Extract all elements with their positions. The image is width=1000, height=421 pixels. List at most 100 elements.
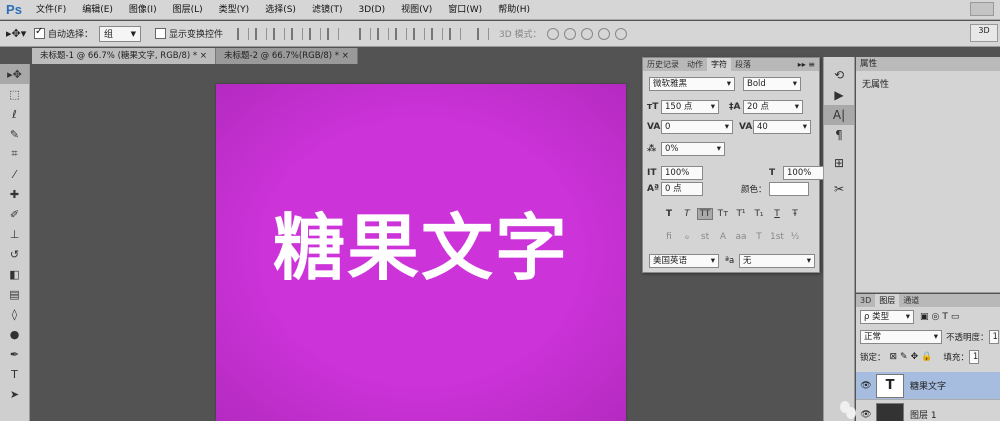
menu-filter[interactable]: 滤镜(T) [304,0,351,20]
distribute-hcenter-icon[interactable] [431,27,444,40]
tab-document-2[interactable]: 未标题-2 @ 66.7%(RGB/8) * × [216,48,358,64]
distribute-top-icon[interactable] [359,27,372,40]
pen-tool-icon[interactable]: ✒ [0,344,29,364]
layer-filter-icons[interactable]: ▣◎T▭ [920,312,962,322]
vertical-scale-field[interactable]: 100% [661,166,703,180]
tool-presets-icon[interactable]: ✂ [824,179,854,199]
move-tool-icon[interactable]: ▸✥▾ [6,27,34,40]
eye-icon[interactable]: 👁 [856,381,876,391]
distribute-bottom-icon[interactable] [395,27,408,40]
tab-actions[interactable]: 动作 [683,58,707,71]
actions-panel-icon[interactable]: ▶ [824,85,854,105]
anti-alias-select[interactable]: 无 ▾ [739,254,815,268]
font-style-select[interactable]: Bold ▾ [743,77,801,91]
history-brush-icon[interactable]: ↺ [0,244,29,264]
menu-help[interactable]: 帮助(H) [490,0,538,20]
align-top-icon[interactable] [237,27,250,40]
alt-ligatures-button[interactable]: ℴ [679,232,695,242]
window-minimize-button[interactable] [970,2,994,16]
rotate-3d-icon[interactable] [546,27,559,40]
eraser-tool-icon[interactable]: ◧ [0,264,29,284]
horizontal-scale-field[interactable]: 100% [783,166,825,180]
underline-button[interactable]: T [769,209,785,219]
show-transform-checkbox[interactable] [155,28,167,39]
tab-3d[interactable]: 3D [856,294,875,307]
adjustments-panel-icon[interactable]: ⊞ [824,153,854,173]
panel-menu-icon[interactable]: ▸▸ ≡ [794,58,819,71]
lasso-tool-icon[interactable]: ℓ [0,104,29,124]
auto-align-icon[interactable] [477,27,490,40]
swash-button[interactable]: A [715,232,731,242]
lock-icons[interactable]: ⊠✎✥🔒 [890,352,936,362]
menu-type[interactable]: 类型(Y) [211,0,258,20]
gradient-tool-icon[interactable]: ▤ [0,284,29,304]
font-size-field[interactable]: 150 点 ▾ [661,100,719,114]
language-select[interactable]: 美国英语 ▾ [649,254,719,268]
eye-icon[interactable]: 👁 [856,410,876,420]
opacity-field[interactable]: 1 [988,330,999,344]
tab-properties[interactable]: 属性 [856,57,1000,71]
fractions-button[interactable]: ½ [787,232,803,242]
drag-3d-icon[interactable] [580,27,593,40]
marquee-tool-icon[interactable]: ⬚ [0,84,29,104]
menu-window[interactable]: 窗口(W) [440,0,490,20]
fill-field[interactable]: 1 [968,350,979,364]
crop-tool-icon[interactable]: ⌗ [0,144,29,164]
brush-tool-icon[interactable]: ✐ [0,204,29,224]
distribute-right-icon[interactable] [449,27,462,40]
menu-view[interactable]: 视图(V) [393,0,440,20]
type-tool-icon[interactable]: T [0,364,29,384]
quick-select-tool-icon[interactable]: ✎ [0,124,29,144]
blur-tool-icon[interactable]: ◊ [0,304,29,324]
dodge-tool-icon[interactable]: ● [0,324,29,344]
menu-layer[interactable]: 图层(L) [165,0,211,20]
kerning-field[interactable]: 0 ▾ [661,120,733,134]
candy-text[interactable]: 糖果文字 [216,212,626,284]
move-tool-icon[interactable]: ▸✥ [0,64,29,84]
all-caps-button[interactable]: TT [697,208,713,220]
titling-button[interactable]: aa [733,232,749,242]
character-panel-icon[interactable]: A| [824,105,854,125]
blend-mode-select[interactable]: 正常 ▾ [860,330,942,344]
faux-italic-button[interactable]: T [679,209,695,219]
align-bottom-icon[interactable] [273,27,286,40]
ornaments-button[interactable]: T [751,232,767,242]
history-panel-icon[interactable]: ⟲ [824,65,854,85]
align-right-icon[interactable] [327,27,340,40]
align-left-icon[interactable] [291,27,304,40]
faux-bold-button[interactable]: T [661,209,677,219]
tab-document-1[interactable]: 未标题-1 @ 66.7% (糖果文字, RGB/8) * × [32,48,216,64]
menu-image[interactable]: 图像(I) [121,0,165,20]
tab-paragraph[interactable]: 段落 [731,58,755,71]
auto-select-checkbox[interactable] [34,26,45,39]
slide-3d-icon[interactable] [597,27,610,40]
roll-3d-icon[interactable] [563,27,576,40]
menu-edit[interactable]: 编辑(E) [74,0,121,20]
menu-3d[interactable]: 3D(D) [350,0,393,20]
align-vcenter-icon[interactable] [255,27,268,40]
superscript-button[interactable]: T¹ [733,209,749,219]
scale-3d-icon[interactable] [614,27,627,40]
menu-select[interactable]: 选择(S) [257,0,304,20]
layer-row-image[interactable]: 👁 图层 1 [856,401,1000,421]
stylistic-button[interactable]: st [697,232,713,242]
tsume-field[interactable]: 0% ▾ [661,142,725,156]
paragraph-panel-icon[interactable]: ¶ [824,125,854,145]
font-family-select[interactable]: 微软雅黑 ▾ [649,77,735,91]
ordinals-button[interactable]: 1st [769,232,785,242]
leading-field[interactable]: 20 点 ▾ [743,100,803,114]
baseline-shift-field[interactable]: 0 点 [661,182,703,196]
menu-file[interactable]: 文件(F) [28,0,74,20]
workspace-3d-button[interactable]: 3D [970,24,998,42]
tracking-field[interactable]: 40 ▾ [753,120,811,134]
clone-stamp-icon[interactable]: ⊥ [0,224,29,244]
tab-history[interactable]: 历史记录 [643,58,683,71]
auto-select-dropdown[interactable]: 组 ▼ [99,25,142,42]
distribute-vcenter-icon[interactable] [377,27,390,40]
path-select-icon[interactable]: ➤ [0,384,29,404]
eyedropper-tool-icon[interactable]: ⁄ [0,164,29,184]
strikethrough-button[interactable]: Ŧ [787,209,803,219]
ligatures-button[interactable]: fi [661,232,677,242]
layer-row-text[interactable]: 👁 T 糖果文字 [856,372,1000,400]
tab-layers[interactable]: 图层 [875,294,900,307]
